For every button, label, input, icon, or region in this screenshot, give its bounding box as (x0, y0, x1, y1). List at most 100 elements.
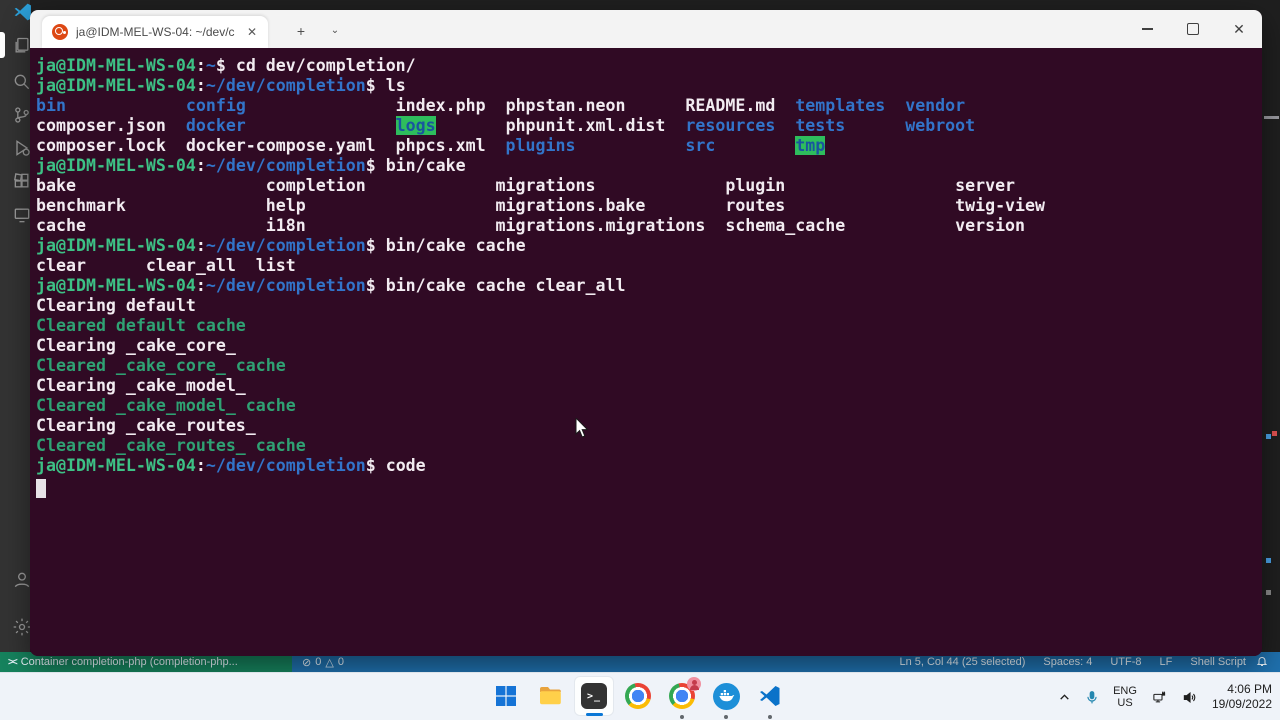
docker-button[interactable] (706, 676, 746, 719)
notifications-bell-icon[interactable] (1256, 655, 1268, 670)
running-app-indicator (768, 715, 772, 719)
network-icon[interactable] (1151, 690, 1168, 705)
chrome-icon (625, 683, 651, 709)
terminal-text: index.php phpstan.neon README.md (245, 96, 796, 115)
terminal-tab[interactable]: ja@IDM-MEL-WS-04: ~/dev/c ✕ (42, 16, 268, 48)
terminal-text: Clearing _cake_model_ (36, 376, 246, 395)
terminal-text: $ bin/cake cache (365, 236, 526, 255)
warning-count: 0 (337, 656, 344, 668)
tray-date: 19/09/2022 (1211, 697, 1272, 711)
chrome-profile-button[interactable] (662, 676, 702, 719)
language-line2: US (1117, 697, 1133, 709)
statusbar-item[interactable]: Shell Script (1190, 656, 1246, 668)
warning-icon: △ (325, 656, 334, 669)
folder-icon (540, 687, 561, 705)
terminal-text: tests (795, 116, 846, 135)
search-icon[interactable] (12, 72, 32, 92)
terminal-cursor (36, 479, 46, 498)
profile-badge-icon (687, 677, 701, 691)
terminal-output[interactable]: ja@IDM-MEL-WS-04:~$ cd dev/completion/ja… (30, 48, 1262, 656)
microphone-icon[interactable] (1085, 690, 1099, 705)
terminal-text: tmp (795, 136, 826, 155)
error-icon: ⊘ (302, 656, 312, 669)
accounts-icon[interactable] (12, 570, 32, 590)
clock[interactable]: 4:06 PM 19/09/2022 (1212, 682, 1272, 712)
terminal-text: $ ls (365, 76, 406, 95)
extensions-icon[interactable] (12, 171, 32, 191)
terminal-line: benchmark help migrations.bake routes tw… (36, 196, 1262, 216)
start-button[interactable] (486, 676, 526, 716)
terminal-text: bake completion migrations plugin server (36, 176, 1016, 195)
problems-indicator[interactable]: ⊘ 0 △ 0 (292, 656, 354, 669)
terminal-text: ~/dev/completion (205, 456, 366, 475)
speaker-icon[interactable] (1182, 690, 1198, 705)
terminal-text: Clearing _cake_routes_ (36, 416, 256, 435)
terminal-title-bar[interactable]: ja@IDM-MEL-WS-04: ~/dev/c ✕ + ⌄ ✕ (30, 10, 1262, 48)
terminal-text: : (195, 156, 206, 175)
statusbar-item[interactable]: Ln 5, Col 44 (25 selected) (899, 656, 1025, 668)
terminal-text: Cleared _cake_routes_ cache (36, 436, 306, 455)
terminal-line: Cleared _cake_routes_ cache (36, 436, 1262, 456)
tab-dropdown-button[interactable]: ⌄ (322, 20, 348, 42)
terminal-text: Cleared default cache (36, 316, 246, 335)
terminal-text: resources (685, 116, 776, 135)
close-button[interactable]: ✕ (1216, 10, 1262, 48)
terminal-text: ja@IDM-MEL-WS-04 (36, 76, 196, 95)
mouse-cursor (575, 416, 590, 444)
minimize-button[interactable] (1124, 10, 1170, 48)
tab-close-icon[interactable]: ✕ (244, 24, 260, 40)
chrome-button[interactable] (618, 676, 658, 716)
terminal-text: logs (395, 116, 436, 135)
statusbar-item[interactable]: UTF-8 (1110, 656, 1141, 668)
terminal-text: : (195, 56, 206, 75)
terminal-line: ja@IDM-MEL-WS-04:~/dev/completion$ code (36, 456, 1262, 476)
explorer-icon[interactable] (12, 36, 32, 56)
terminal-line: Clearing _cake_core_ (36, 336, 1262, 356)
terminal-line: ja@IDM-MEL-WS-04:~/dev/completion$ bin/c… (36, 276, 1262, 296)
hidden-icons-chevron[interactable] (1058, 691, 1071, 704)
terminal-line: ja@IDM-MEL-WS-04:~/dev/completion$ bin/c… (36, 236, 1262, 256)
terminal-app-icon: >_ (581, 683, 607, 709)
settings-gear-icon[interactable] (12, 617, 32, 637)
minimap-mark (1266, 558, 1271, 563)
terminal-text: Clearing _cake_core_ (36, 336, 236, 355)
remote-explorer-icon[interactable] (12, 205, 32, 225)
terminal-text: : (195, 276, 206, 295)
terminal-line: Cleared _cake_core_ cache (36, 356, 1262, 376)
terminal-line: composer.json docker logs phpunit.xml.di… (36, 116, 1262, 136)
terminal-text: $ cd dev/completion/ (215, 56, 416, 75)
run-debug-icon[interactable] (12, 138, 32, 158)
maximize-button[interactable] (1170, 10, 1216, 48)
terminal-text: composer.json (36, 116, 186, 135)
terminal-text: $ code (365, 456, 426, 475)
terminal-line: clear clear_all list (36, 256, 1262, 276)
terminal-text: docker (185, 116, 246, 135)
terminal-line: Clearing _cake_routes_ (36, 416, 1262, 436)
error-count: 0 (315, 656, 322, 668)
statusbar-right: Ln 5, Col 44 (25 selected) Spaces: 4 UTF-8… (899, 656, 1280, 668)
statusbar-item[interactable]: Spaces: 4 (1043, 656, 1092, 668)
running-app-indicator (680, 715, 684, 719)
terminal-text: Cleared _cake_model_ cache (36, 396, 296, 415)
language-line1: ENG (1113, 685, 1137, 697)
statusbar-item[interactable]: LF (1160, 656, 1173, 668)
system-tray: ENG US 4:06 PM 19/09/2022 (1058, 673, 1272, 720)
file-explorer-button[interactable] (530, 676, 570, 716)
vscode-button[interactable] (750, 676, 790, 719)
terminal-line: ja@IDM-MEL-WS-04:~/dev/completion$ bin/c… (36, 156, 1262, 176)
terminal-text: bin (36, 96, 66, 115)
terminal-text: phpunit.xml.dist (435, 116, 686, 135)
language-indicator[interactable]: ENG US (1113, 685, 1137, 709)
terminal-text: composer.lock docker-compose.yaml phpcs.… (36, 136, 506, 155)
terminal-text: config (185, 96, 246, 115)
new-tab-button[interactable]: + (288, 20, 314, 42)
terminal-app-button[interactable]: >_ (574, 676, 614, 716)
source-control-icon[interactable] (12, 105, 32, 125)
vscode-icon (760, 686, 780, 706)
